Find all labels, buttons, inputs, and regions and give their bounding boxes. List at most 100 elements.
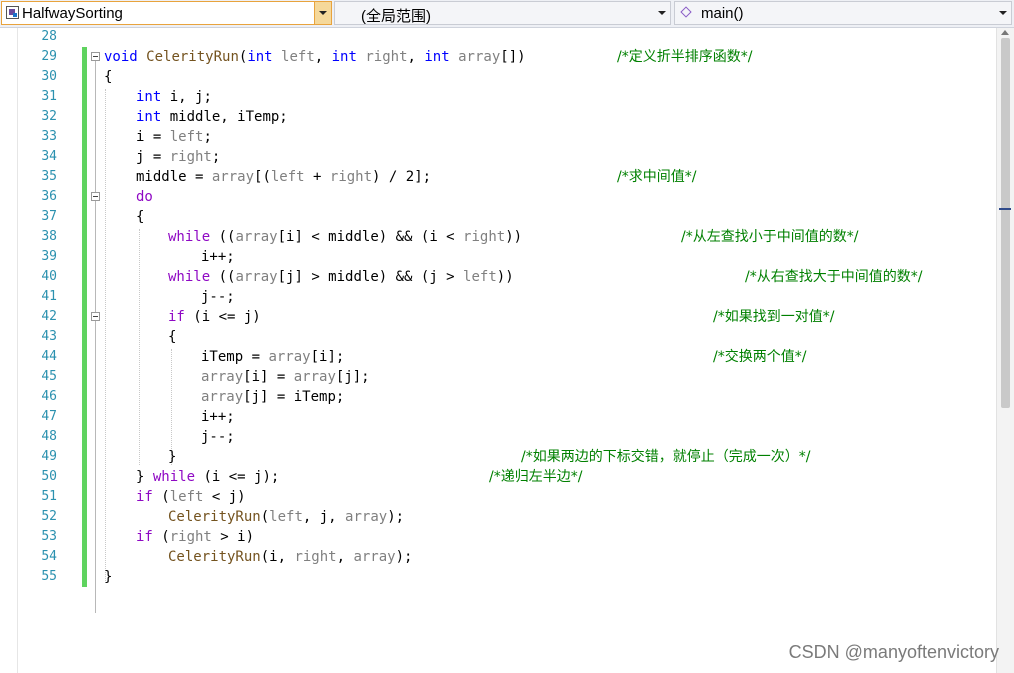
- change-bar: [82, 67, 87, 87]
- code-line: 52 CelerityRun(left, j, array);: [0, 507, 1014, 527]
- line-number: 49: [41, 449, 57, 464]
- line-number: 51: [41, 489, 57, 504]
- code-line: 36 do: [0, 187, 1014, 207]
- code-text: do: [136, 189, 153, 205]
- scrollbar-thumb[interactable]: [1001, 38, 1010, 408]
- line-number: 46: [41, 389, 57, 404]
- navigation-bar: HalfwaySorting (全局范围) main(): [0, 0, 1014, 28]
- code-line: 48 j--;: [0, 427, 1014, 447]
- line-number: 42: [41, 309, 57, 324]
- change-bar: [82, 247, 87, 267]
- change-bar: [82, 287, 87, 307]
- change-bar: [82, 167, 87, 187]
- change-bar: [82, 127, 87, 147]
- code-line: 44 iTemp = array[i]; /*交换两个值*/: [0, 347, 1014, 367]
- change-bar: [82, 207, 87, 227]
- code-line: 35 middle = array[(left + right) / 2]; /…: [0, 167, 1014, 187]
- code-comment: /*递归左半边*/: [489, 469, 583, 485]
- line-number: 37: [41, 209, 57, 224]
- code-line: 31 int i, j;: [0, 87, 1014, 107]
- code-text: CelerityRun(left, j, array);: [168, 509, 405, 525]
- file-combo[interactable]: HalfwaySorting: [1, 1, 332, 25]
- code-comment: /*从右查找大于中间值的数*/: [745, 269, 923, 285]
- code-text: i++;: [201, 249, 235, 265]
- change-bar: [82, 407, 87, 427]
- chevron-down-icon: [658, 11, 666, 15]
- code-text: void CelerityRun(int left, int right, in…: [104, 49, 526, 65]
- caret-marker: [999, 208, 1011, 210]
- collapse-icon[interactable]: [91, 52, 100, 61]
- code-text: }: [168, 449, 177, 465]
- code-text: array[j] = iTemp;: [201, 389, 345, 405]
- code-line: 53 if (right > i): [0, 527, 1014, 547]
- code-text: array[i] = array[j];: [201, 369, 370, 385]
- code-line: 49 } /*如果两边的下标交错，就停止（完成一次）*/: [0, 447, 1014, 467]
- code-text: middle = array[(left + right) / 2];: [136, 169, 432, 185]
- change-bar: [82, 267, 87, 287]
- code-line: 39 i++;: [0, 247, 1014, 267]
- code-text: {: [136, 209, 145, 225]
- code-text: }: [104, 569, 113, 585]
- change-bar: [82, 547, 87, 567]
- code-text: while ((array[i] < middle) && (i < right…: [168, 229, 523, 245]
- line-number: 38: [41, 229, 57, 244]
- line-number: 28: [41, 29, 57, 44]
- line-number: 33: [41, 129, 57, 144]
- function-combo[interactable]: main(): [674, 1, 1012, 25]
- code-text: j--;: [201, 289, 235, 305]
- line-number: 32: [41, 109, 57, 124]
- scope-combo-label: (全局范围): [361, 8, 431, 25]
- function-combo-label: main(): [701, 5, 744, 22]
- line-number: 29: [41, 49, 57, 64]
- line-number: 53: [41, 529, 57, 544]
- change-bar: [82, 367, 87, 387]
- code-line: 28: [0, 27, 1014, 47]
- code-text: CelerityRun(i, right, array);: [168, 549, 413, 565]
- line-number: 31: [41, 89, 57, 104]
- project-file-icon: [6, 6, 19, 19]
- line-number: 52: [41, 509, 57, 524]
- vertical-scrollbar[interactable]: [996, 28, 1014, 673]
- change-bar: [82, 467, 87, 487]
- line-number: 41: [41, 289, 57, 304]
- code-text: i = left;: [136, 129, 212, 145]
- code-comment: /*如果两边的下标交错，就停止（完成一次）*/: [521, 449, 811, 465]
- code-line: 40 while ((array[j] > middle) && (j > le…: [0, 267, 1014, 287]
- change-bar: [82, 147, 87, 167]
- code-comment: /*求中间值*/: [617, 169, 697, 185]
- code-text: {: [104, 69, 113, 85]
- change-bar: [82, 507, 87, 527]
- code-line: 51 if (left < j): [0, 487, 1014, 507]
- code-line: 29 void CelerityRun(int left, int right,…: [0, 47, 1014, 67]
- change-bar: [82, 487, 87, 507]
- line-number: 48: [41, 429, 57, 444]
- line-number: 50: [41, 469, 57, 484]
- change-bar: [82, 187, 87, 207]
- change-bar: [82, 387, 87, 407]
- change-bar: [82, 107, 87, 127]
- scope-combo[interactable]: (全局范围): [334, 1, 671, 25]
- code-text: i++;: [201, 409, 235, 425]
- code-line: 34 j = right;: [0, 147, 1014, 167]
- change-bar: [82, 327, 87, 347]
- collapse-icon[interactable]: [91, 312, 100, 321]
- code-line: 54 CelerityRun(i, right, array);: [0, 547, 1014, 567]
- code-text: int i, j;: [136, 89, 212, 105]
- code-text: } while (i <= j);: [136, 469, 280, 485]
- function-combo-dropdown[interactable]: [995, 2, 1011, 24]
- scroll-up-icon[interactable]: [1001, 30, 1009, 35]
- code-text: int middle, iTemp;: [136, 109, 288, 125]
- line-number: 55: [41, 569, 57, 584]
- code-comment: /*如果找到一对值*/: [713, 309, 835, 325]
- code-comment: /*从左查找小于中间值的数*/: [681, 229, 859, 245]
- code-line: 43 {: [0, 327, 1014, 347]
- file-combo-dropdown[interactable]: [314, 2, 331, 24]
- code-line: 33 i = left;: [0, 127, 1014, 147]
- code-comment: /*交换两个值*/: [713, 349, 807, 365]
- scope-combo-dropdown[interactable]: [654, 2, 670, 24]
- line-number: 36: [41, 189, 57, 204]
- code-text: if (i <= j): [168, 309, 261, 325]
- change-bar: [82, 347, 87, 367]
- collapse-icon[interactable]: [91, 192, 100, 201]
- code-line: 42 if (i <= j) /*如果找到一对值*/: [0, 307, 1014, 327]
